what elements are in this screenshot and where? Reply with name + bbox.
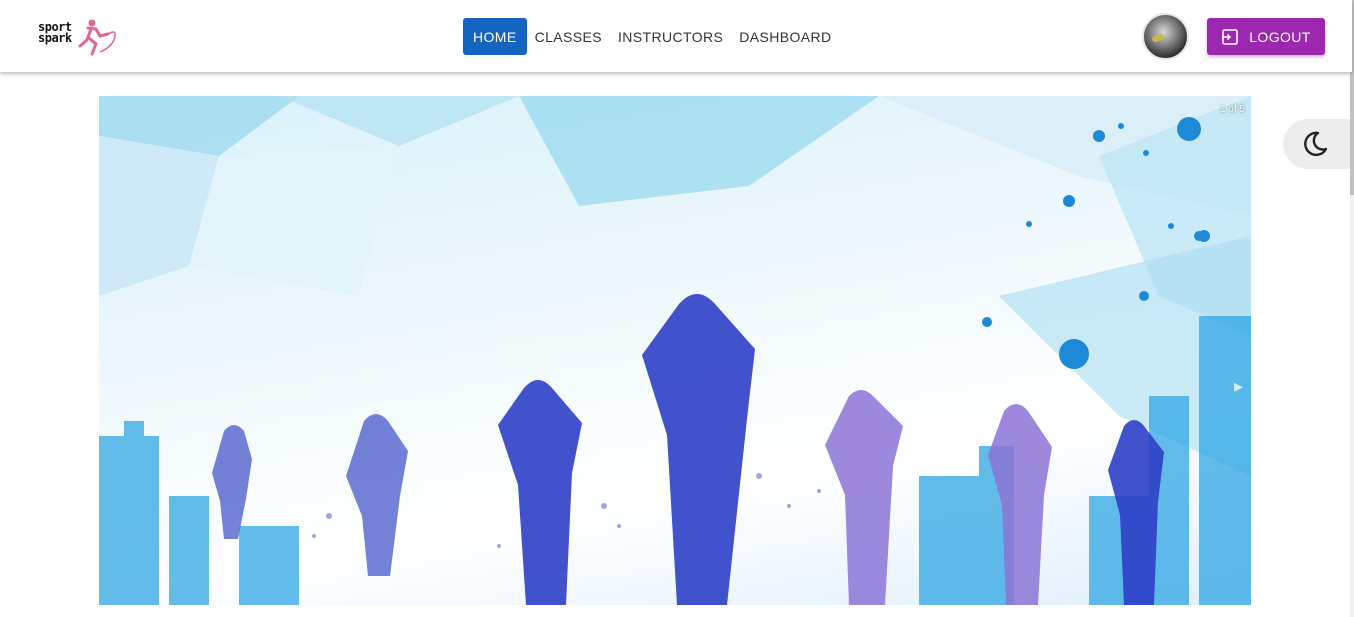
logout-icon <box>1222 28 1239 45</box>
logout-button[interactable]: LOGOUT <box>1207 18 1325 55</box>
hero-image-runners <box>99 96 1251 605</box>
main-nav: HOME CLASSES INSTRUCTORS DASHBOARD <box>463 18 840 55</box>
hero-carousel[interactable]: 1 of 5 ▸ <box>99 96 1251 605</box>
runner-icon <box>78 19 116 56</box>
page-scrollbar[interactable] <box>1350 0 1354 617</box>
brand-line-2: spark <box>38 31 72 45</box>
nav-classes[interactable]: CLASSES <box>527 18 610 55</box>
avatar-detail <box>1151 33 1165 43</box>
theme-toggle-button[interactable] <box>1283 119 1350 169</box>
moon-icon <box>1304 131 1328 156</box>
logout-label: LOGOUT <box>1249 28 1311 45</box>
navbar: sport spark HOME CLASSES INSTRUCTORS DAS… <box>0 0 1352 72</box>
brand-logo[interactable]: sport spark <box>38 18 122 58</box>
nav-dashboard[interactable]: DASHBOARD <box>731 18 839 55</box>
user-avatar[interactable] <box>1142 13 1189 60</box>
brand-wordmark: sport spark <box>38 21 72 45</box>
carousel-counter: 1 of 5 <box>1219 104 1245 115</box>
nav-instructors[interactable]: INSTRUCTORS <box>610 18 731 55</box>
nav-home[interactable]: HOME <box>463 18 527 55</box>
chevron-right-icon[interactable]: ▸ <box>1234 376 1243 397</box>
